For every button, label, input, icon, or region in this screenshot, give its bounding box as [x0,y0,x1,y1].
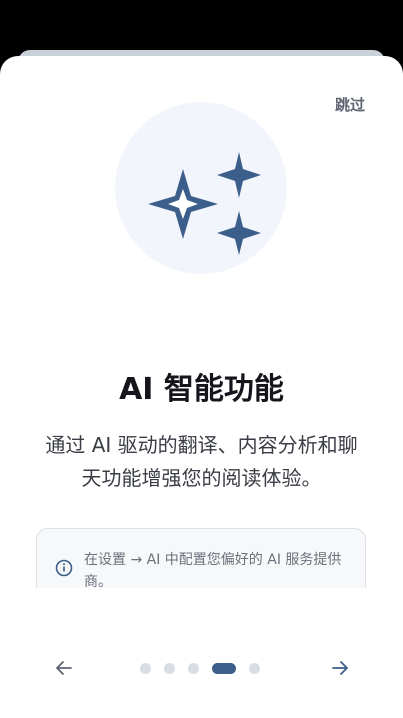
page-description: 通过 AI 驱动的翻译、内容分析和聊天功能增强您的阅读体验。 [45,433,358,490]
page-dot-1[interactable] [140,662,151,674]
skip-button[interactable]: 跳过 [335,94,365,115]
info-text: 在设置 → AI 中配置您偏好的 AI 服务提供商。 [84,552,342,588]
arrow-right-icon[interactable] [328,656,352,680]
page-dot-5[interactable] [249,662,260,674]
page-dot-3[interactable] [188,662,199,674]
info-card: 在设置 → AI 中配置您偏好的 AI 服务提供商。 [36,528,366,588]
info-icon [55,559,73,577]
page-dot-2[interactable] [164,662,175,674]
arrow-left-icon[interactable] [52,656,76,680]
onboarding-sheet: 跳过 AI 智能功能 通过 AI 驱动的翻译、内容分析和聊天功能增强您的阅读体验… [0,56,403,718]
page-title: AI 智能功能 [119,372,284,407]
page-dot-4-active[interactable] [212,662,236,674]
sparkles-icon [148,152,261,255]
hero-illustration [115,102,287,274]
page-indicator [140,662,273,674]
